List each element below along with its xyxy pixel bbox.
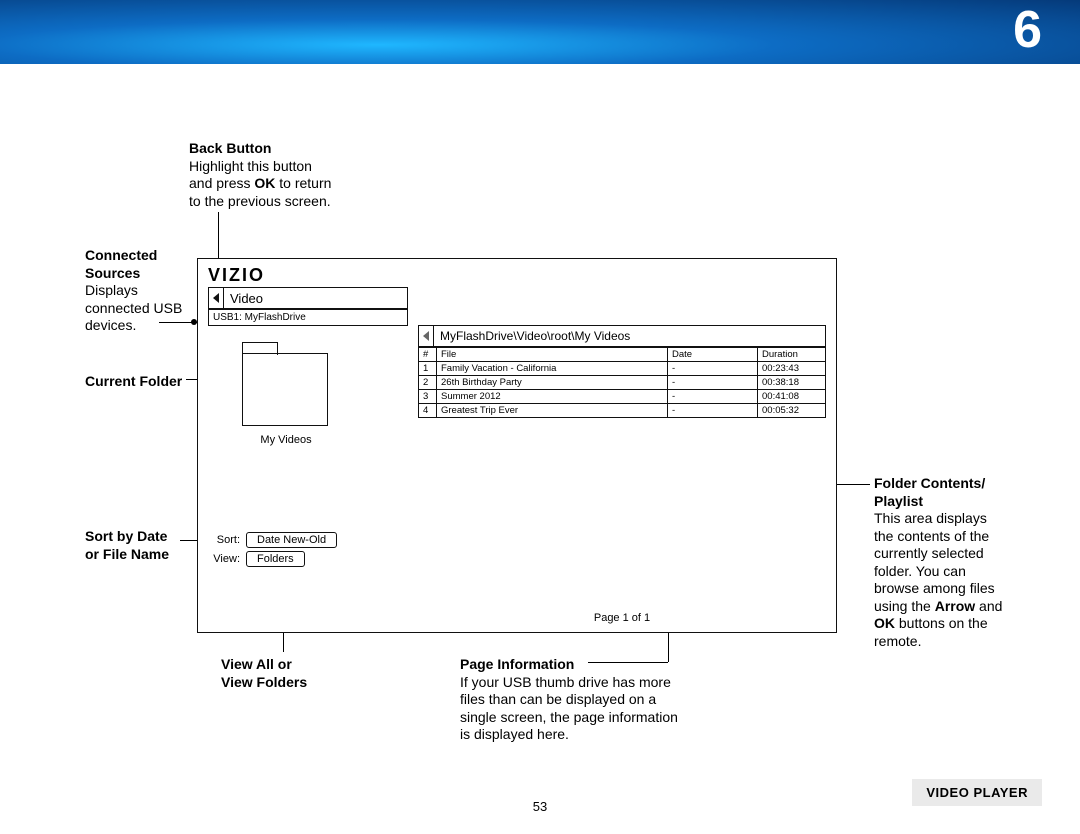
leader-line bbox=[588, 662, 668, 663]
left-panel: Video USB1: MyFlashDrive My Videos bbox=[208, 287, 408, 326]
table-row[interactable]: 3 Summer 2012 - 00:41:08 bbox=[419, 390, 826, 404]
separator bbox=[223, 288, 224, 308]
section-label: VIDEO PLAYER bbox=[912, 779, 1042, 806]
page-number: 53 bbox=[533, 799, 547, 814]
table-row[interactable]: 1 Family Vacation - California - 00:23:4… bbox=[419, 362, 826, 376]
col-dur: Duration bbox=[758, 348, 826, 362]
col-num: # bbox=[419, 348, 437, 362]
folder-name-label: My Videos bbox=[238, 434, 334, 446]
video-label: Video bbox=[230, 291, 263, 306]
callout-current-folder: Current Folder bbox=[85, 373, 205, 391]
back-triangle-icon[interactable] bbox=[213, 293, 219, 303]
separator bbox=[433, 326, 434, 346]
tv-ui-frame: VIZIO Video USB1: MyFlashDrive My Videos… bbox=[197, 258, 837, 633]
col-file: File bbox=[437, 348, 668, 362]
sort-label: Sort: bbox=[208, 534, 246, 546]
view-label: View: bbox=[208, 553, 246, 565]
view-value-pill[interactable]: Folders bbox=[246, 551, 305, 567]
table-header-row: # File Date Duration bbox=[419, 348, 826, 362]
callout-sort: Sort by Date or File Name bbox=[85, 528, 205, 563]
leader-line bbox=[668, 630, 669, 662]
chapter-number: 6 bbox=[1013, 0, 1042, 60]
page-info-text: Page 1 of 1 bbox=[418, 612, 826, 624]
callout-folder-contents: Folder Contents/ Playlist This area disp… bbox=[874, 475, 1044, 650]
folder-icon[interactable] bbox=[242, 354, 328, 426]
table-row[interactable]: 4 Greatest Trip Ever - 00:05:32 bbox=[419, 404, 826, 418]
usb-label: USB1: MyFlashDrive bbox=[213, 312, 306, 323]
back-triangle-icon[interactable] bbox=[423, 331, 429, 341]
top-banner: 6 bbox=[0, 0, 1080, 64]
right-panel: MyFlashDrive\Video\root\My Videos # File… bbox=[418, 325, 826, 418]
col-date: Date bbox=[668, 348, 758, 362]
callout-view: View All or View Folders bbox=[221, 656, 351, 691]
path-text: MyFlashDrive\Video\root\My Videos bbox=[440, 329, 630, 343]
breadcrumb-path[interactable]: MyFlashDrive\Video\root\My Videos bbox=[418, 325, 826, 347]
vizio-logo: VIZIO bbox=[208, 265, 265, 286]
video-header-row[interactable]: Video bbox=[208, 287, 408, 309]
callout-back-button: Back Button Highlight this button and pr… bbox=[189, 140, 389, 210]
usb-source-row[interactable]: USB1: MyFlashDrive bbox=[208, 309, 408, 326]
callout-page-info: Page Information If your USB thumb drive… bbox=[460, 656, 740, 744]
callout-title: Back Button bbox=[189, 140, 271, 156]
table-row[interactable]: 2 26th Birthday Party - 00:38:18 bbox=[419, 376, 826, 390]
sort-value-pill[interactable]: Date New-Old bbox=[246, 532, 337, 548]
sort-view-controls: Sort: Date New-Old View: Folders bbox=[208, 532, 408, 570]
file-list-table: # File Date Duration 1 Family Vacation -… bbox=[418, 347, 826, 418]
